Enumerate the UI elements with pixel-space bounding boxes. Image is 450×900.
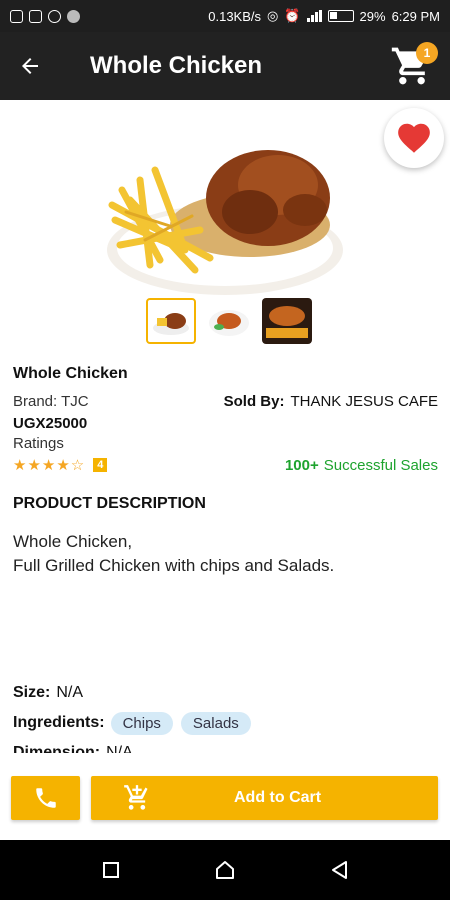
sold-by: Sold By: THANK JESUS CAFE: [224, 393, 438, 410]
system-nav-bar: [0, 840, 450, 900]
thumbnail-1[interactable]: [146, 298, 196, 344]
call-button[interactable]: [11, 776, 80, 820]
bottom-action-bar: Add to Cart: [0, 776, 450, 822]
shield-notification-icon: [10, 9, 23, 23]
star-rating-icon: ★★★★☆: [13, 457, 86, 474]
image-notification-icon: [29, 9, 42, 23]
description-line-2: Full Grilled Chicken with chips and Sala…: [13, 556, 335, 575]
add-to-cart-button[interactable]: Add to Cart: [91, 776, 438, 820]
dot-notification-icon: [67, 9, 80, 23]
cart-button[interactable]: 1: [390, 42, 438, 88]
battery-level: 29%: [359, 8, 386, 24]
grill-thumbnail-icon: [262, 298, 312, 344]
product-attributes: Size: N/A Ingredients: Chips Salads Dime…: [13, 678, 443, 753]
seller-name[interactable]: THANK JESUS CAFE: [290, 393, 438, 410]
favorite-button[interactable]: [384, 108, 444, 168]
product-image: [107, 150, 343, 295]
product-info: Whole Chicken Brand: TJC Sold By: THANK J…: [13, 360, 438, 476]
description-heading: PRODUCT DESCRIPTION: [13, 495, 206, 512]
sales-count: 100+ Successful Sales: [285, 457, 438, 474]
thumbnail-2[interactable]: [204, 298, 254, 344]
rating-badge: 4: [93, 458, 108, 472]
cart-count-badge: 1: [416, 42, 438, 64]
description-body: Whole Chicken, Full Grilled Chicken with…: [13, 530, 334, 578]
phone-icon: [35, 788, 56, 808]
dimension-row: Dimension: N/A: [13, 738, 443, 753]
heart-icon: [398, 123, 430, 153]
brand-row: Brand: TJC Sold By: THANK JESUS CAFE: [13, 388, 438, 414]
back-button[interactable]: [0, 32, 60, 100]
alarm-icon: ⏰: [284, 8, 301, 23]
arrow-left-icon: [22, 58, 38, 74]
add-cart-icon: [124, 785, 148, 810]
product-price: UGX25000: [13, 415, 88, 432]
dimension-label: Dimension:: [13, 744, 101, 753]
size-value: N/A: [56, 684, 84, 701]
home-icon[interactable]: [215, 860, 235, 880]
ingredients-row: Ingredients: Chips Salads: [13, 708, 443, 738]
rating-row: ★★★★☆ 4 100+ Successful Sales: [13, 454, 438, 476]
dimension-value: N/A: [106, 744, 133, 753]
hotspot-icon: ◎: [267, 8, 279, 23]
ingredient-chip[interactable]: Salads: [180, 711, 251, 735]
back-nav-icon[interactable]: [330, 860, 348, 880]
recents-icon[interactable]: [102, 861, 120, 879]
chicken-thumbnail-icon: [153, 313, 189, 335]
page-title: Whole Chicken: [90, 52, 263, 79]
product-name: Whole Chicken: [13, 365, 128, 382]
sold-by-label: Sold By:: [223, 392, 285, 410]
description-line-1: Whole Chicken,: [13, 532, 133, 551]
sales-number: 100+: [284, 456, 319, 474]
add-to-cart-label: Add to Cart: [234, 789, 322, 806]
ingredient-chip[interactable]: Chips: [110, 711, 173, 735]
plated-chicken-thumbnail-icon: [209, 310, 249, 336]
app-notification-icon: [48, 9, 61, 23]
size-row: Size: N/A: [13, 678, 443, 708]
thumbnail-3[interactable]: [262, 298, 312, 344]
image-thumbnails: [146, 298, 312, 344]
brand-label: Brand: TJC: [13, 392, 89, 410]
clock: 6:29 PM: [391, 8, 440, 24]
size-label: Size:: [13, 684, 51, 701]
signal-icon: [306, 10, 322, 22]
ingredients-label: Ingredients:: [13, 714, 105, 731]
network-speed: 0.13KB/s: [208, 8, 262, 24]
ratings-label: Ratings: [13, 435, 64, 452]
battery-icon: [327, 10, 354, 22]
app-bar: Whole Chicken 1: [0, 32, 450, 100]
status-bar: 0.13KB/s ◎ ⏰ 29% 6:29 PM: [0, 0, 450, 32]
sales-label: Successful Sales: [323, 456, 438, 474]
